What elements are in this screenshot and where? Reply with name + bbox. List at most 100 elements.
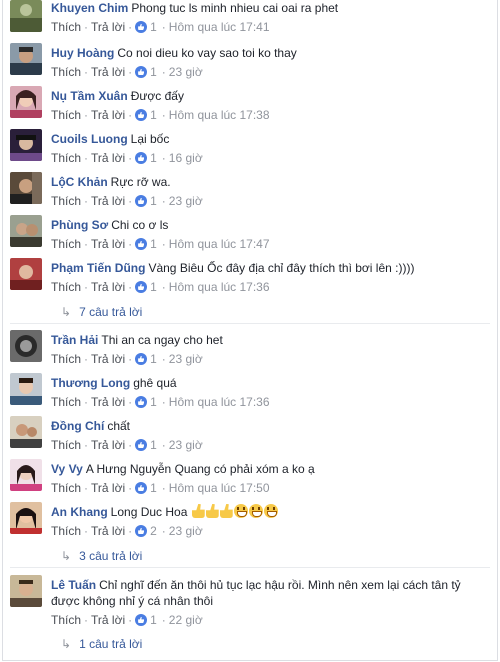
comment-author[interactable]: An Khang (51, 505, 108, 519)
comment: Huy Hoàng Co noi dieu ko vay sao toi ko t… (10, 43, 492, 81)
reply-button[interactable]: Trả lời (91, 438, 125, 452)
like-count[interactable]: 1 (150, 108, 157, 122)
comment-author[interactable]: Huy Hoàng (51, 46, 114, 60)
comment-text: Co noi dieu ko vay sao toi ko thay (117, 46, 297, 60)
comment-author[interactable]: Nụ Tầm Xuân (51, 89, 128, 103)
reply-button[interactable]: Trả lời (91, 237, 125, 251)
like-count[interactable]: 1 (150, 613, 157, 627)
reply-button[interactable]: Trả lời (91, 524, 125, 538)
like-count-icon (135, 109, 148, 121)
reply-button[interactable]: Trả lời (91, 65, 125, 79)
avatar[interactable] (10, 459, 42, 491)
comment-timestamp[interactable]: Hôm qua lúc 17:36 (169, 280, 270, 294)
like-count-icon (135, 482, 148, 494)
view-replies-link[interactable]: ↳ 7 câu trả lời (61, 305, 142, 319)
reply-arrow-icon: ↳ (61, 637, 72, 651)
reply-button[interactable]: Trả lời (91, 108, 125, 122)
comment-timestamp[interactable]: 23 giờ (169, 65, 203, 79)
reply-button[interactable]: Trả lời (91, 352, 125, 366)
reply-button[interactable]: Trả lời (91, 613, 125, 627)
like-button[interactable]: Thích (51, 613, 81, 627)
like-button[interactable]: Thích (51, 524, 81, 538)
avatar[interactable] (10, 258, 42, 290)
avatar[interactable] (10, 43, 42, 75)
comment-timestamp[interactable]: 16 giờ (169, 151, 203, 165)
comment-timestamp[interactable]: 22 giờ (169, 613, 203, 627)
like-button[interactable]: Thích (51, 151, 81, 165)
comment-text: Được đấy (130, 89, 184, 103)
comment-timestamp[interactable]: 23 giờ (169, 352, 203, 366)
like-count[interactable]: 1 (150, 20, 157, 34)
like-button[interactable]: Thích (51, 481, 81, 495)
comment-timestamp[interactable]: 23 giờ (169, 194, 203, 208)
comment-text: Thi an ca ngay cho het (101, 333, 223, 347)
comment: An Khang Long Duc Hoa Thích · Trả lời · 2 · 23 … (10, 502, 492, 568)
comment-author[interactable]: Vy Vy (51, 462, 83, 476)
like-button[interactable]: Thích (51, 352, 81, 366)
like-button[interactable]: Thích (51, 65, 81, 79)
replies-count[interactable]: 3 câu trả lời (79, 549, 142, 563)
avatar[interactable] (10, 373, 42, 405)
comment: Lê Tuấn Chỉ nghĩ đến ăn thôi hủ tục lạc h… (10, 575, 492, 655)
comment-author[interactable]: Cuoils Luong (51, 132, 128, 146)
reply-arrow-icon: ↳ (61, 549, 72, 563)
comment-author[interactable]: Thương Long (51, 376, 130, 390)
like-count[interactable]: 1 (150, 352, 157, 366)
like-count[interactable]: 1 (150, 194, 157, 208)
replies-count[interactable]: 1 câu trả lời (79, 637, 142, 651)
like-count-icon (135, 396, 148, 408)
like-button[interactable]: Thích (51, 438, 81, 452)
like-button[interactable]: Thích (51, 20, 81, 34)
like-button[interactable]: Thích (51, 108, 81, 122)
avatar[interactable] (10, 215, 42, 247)
like-button[interactable]: Thích (51, 280, 81, 294)
comment-timestamp[interactable]: 23 giờ (169, 524, 203, 538)
like-count-icon (135, 353, 148, 365)
comment-actions: Thích · Trả lời · 1 · 22 giờ (51, 613, 203, 627)
comment-author[interactable]: Đồng Chí (51, 419, 104, 433)
avatar[interactable] (10, 416, 42, 448)
reply-button[interactable]: Trả lời (91, 20, 125, 34)
like-button[interactable]: Thích (51, 194, 81, 208)
comment: Khuyen Chim Phong tuc ls minh nhieu cai o… (10, 0, 492, 38)
comment-author[interactable]: LộC Khản (51, 175, 108, 189)
like-count[interactable]: 1 (150, 237, 157, 251)
like-count[interactable]: 2 (150, 524, 157, 538)
avatar[interactable] (10, 330, 42, 362)
like-count[interactable]: 1 (150, 151, 157, 165)
avatar[interactable] (10, 86, 42, 118)
comment-timestamp[interactable]: Hôm qua lúc 17:41 (169, 20, 270, 34)
avatar[interactable] (10, 575, 42, 607)
comment: Trần Hải Thi an ca ngay cho het Thích · Trả… (10, 330, 492, 368)
view-replies-link[interactable]: ↳ 3 câu trả lời (61, 549, 142, 563)
comment-author[interactable]: Khuyen Chim (51, 1, 128, 15)
comment-timestamp[interactable]: Hôm qua lúc 17:36 (169, 395, 270, 409)
comment-timestamp[interactable]: 23 giờ (169, 438, 203, 452)
reply-button[interactable]: Trả lời (91, 481, 125, 495)
reply-button[interactable]: Trả lời (91, 280, 125, 294)
comment-timestamp[interactable]: Hôm qua lúc 17:47 (169, 237, 270, 251)
comment-actions: Thích · Trả lời · 1 · Hôm qua lúc 17:36 (51, 395, 270, 409)
reply-button[interactable]: Trả lời (91, 194, 125, 208)
comment-author[interactable]: Phùng Sơ (51, 218, 108, 232)
view-replies-link[interactable]: ↳ 1 câu trả lời (61, 637, 142, 651)
comment-timestamp[interactable]: Hôm qua lúc 17:50 (169, 481, 270, 495)
comment-author[interactable]: Phạm Tiến Dũng (51, 261, 145, 275)
comment-timestamp[interactable]: Hôm qua lúc 17:38 (169, 108, 270, 122)
like-button[interactable]: Thích (51, 395, 81, 409)
like-count[interactable]: 1 (150, 65, 157, 79)
like-count[interactable]: 1 (150, 481, 157, 495)
like-count[interactable]: 1 (150, 280, 157, 294)
comment-author[interactable]: Trần Hải (51, 333, 98, 347)
replies-count[interactable]: 7 câu trả lời (79, 305, 142, 319)
reply-button[interactable]: Trả lời (91, 395, 125, 409)
like-count[interactable]: 1 (150, 438, 157, 452)
avatar[interactable] (10, 172, 42, 204)
avatar[interactable] (10, 129, 42, 161)
like-count[interactable]: 1 (150, 395, 157, 409)
reply-button[interactable]: Trả lời (91, 151, 125, 165)
avatar[interactable] (10, 502, 42, 534)
avatar[interactable] (10, 0, 42, 32)
comment-author[interactable]: Lê Tuấn (51, 578, 96, 592)
like-button[interactable]: Thích (51, 237, 81, 251)
